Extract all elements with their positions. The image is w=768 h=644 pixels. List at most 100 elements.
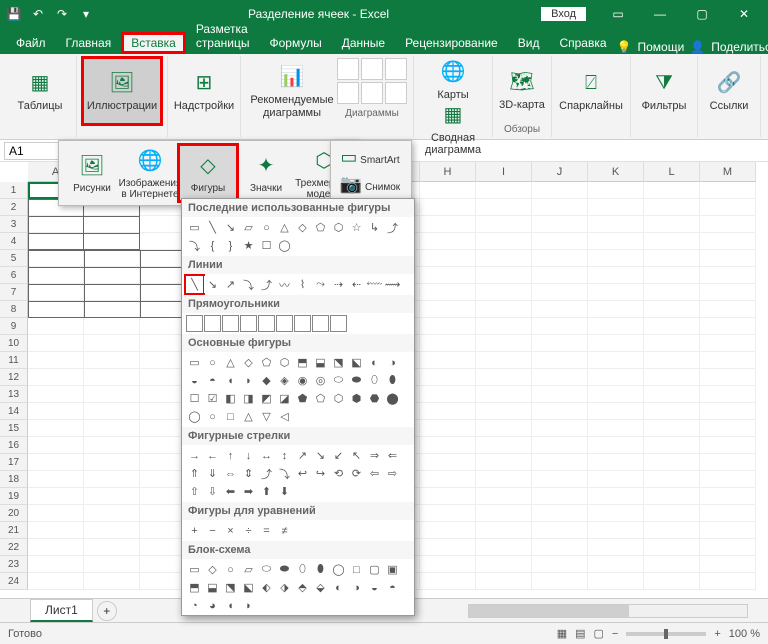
cell[interactable]: [588, 216, 644, 233]
row-header[interactable]: 21: [0, 522, 28, 539]
shape-item[interactable]: ⇦: [366, 465, 383, 482]
shape-item[interactable]: ⬢: [348, 390, 365, 407]
qat-dropdown-icon[interactable]: ▾: [76, 4, 96, 24]
shape-item[interactable]: ⬒: [186, 579, 203, 596]
shape-item[interactable]: ⤴: [258, 465, 275, 482]
cell[interactable]: [84, 369, 140, 386]
cell[interactable]: [84, 488, 140, 505]
cell[interactable]: [700, 301, 756, 318]
shape-item[interactable]: ◒: [186, 372, 203, 389]
row-header[interactable]: 16: [0, 437, 28, 454]
col-header[interactable]: J: [532, 162, 588, 182]
maps-button[interactable]: 🌐 Карты: [430, 58, 476, 101]
shape-item[interactable]: ⬯: [294, 561, 311, 578]
cell[interactable]: [420, 522, 476, 539]
shape-item[interactable]: ⇓: [204, 465, 221, 482]
tab-home[interactable]: Главная: [56, 32, 122, 54]
view-page-icon[interactable]: ▤: [575, 627, 585, 640]
shape-item[interactable]: ⟿: [384, 276, 401, 293]
shape-item[interactable]: ▭: [186, 561, 203, 578]
cell[interactable]: [700, 403, 756, 420]
sparklines-button[interactable]: ⍁ Спарклайны: [558, 58, 624, 124]
cell[interactable]: [84, 556, 140, 573]
shape-item[interactable]: ◐: [366, 354, 383, 371]
shape-item[interactable]: ⬔: [222, 579, 239, 596]
shape-item[interactable]: ↑: [222, 447, 239, 464]
cell[interactable]: [588, 301, 644, 318]
minimize-icon[interactable]: —: [640, 2, 680, 26]
cell[interactable]: [644, 318, 700, 335]
shape-item[interactable]: ⬯: [366, 372, 383, 389]
cell[interactable]: [588, 454, 644, 471]
tab-file[interactable]: Файл: [6, 32, 56, 54]
shape-item[interactable]: ↙: [330, 447, 347, 464]
view-break-icon[interactable]: ▢: [594, 627, 604, 640]
cell[interactable]: [700, 471, 756, 488]
cell[interactable]: [532, 454, 588, 471]
shape-item[interactable]: ⬡: [276, 354, 293, 371]
illustrations-button[interactable]: 🖼 Иллюстрации: [83, 58, 161, 124]
shape-item[interactable]: ○: [204, 408, 221, 425]
shape-item[interactable]: ⬓: [312, 354, 329, 371]
cell[interactable]: [588, 505, 644, 522]
shape-item[interactable]: ⬠: [312, 219, 329, 236]
cell[interactable]: [700, 267, 756, 284]
save-icon[interactable]: 💾: [4, 4, 24, 24]
shape-item[interactable]: ⬠: [312, 390, 329, 407]
cell[interactable]: [420, 556, 476, 573]
cell[interactable]: [700, 369, 756, 386]
shape-item[interactable]: ↗: [222, 276, 239, 293]
row-header[interactable]: 11: [0, 352, 28, 369]
shape-item[interactable]: [258, 315, 275, 332]
shape-item[interactable]: ◇: [294, 219, 311, 236]
shape-item[interactable]: ⤵: [186, 237, 203, 254]
shape-item[interactable]: ◕: [204, 597, 221, 614]
row-header[interactable]: 14: [0, 403, 28, 420]
cell[interactable]: [644, 199, 700, 216]
col-header[interactable]: K: [588, 162, 644, 182]
cell[interactable]: [588, 437, 644, 454]
cell[interactable]: [700, 386, 756, 403]
shape-item[interactable]: ◗: [240, 372, 257, 389]
row-header[interactable]: 6: [0, 267, 28, 284]
cell[interactable]: [84, 454, 140, 471]
sheet-tab-1[interactable]: Лист1: [30, 599, 93, 622]
shape-item[interactable]: ◁: [276, 408, 293, 425]
cell[interactable]: [588, 539, 644, 556]
cell[interactable]: [420, 471, 476, 488]
combo-chart-icon[interactable]: [385, 82, 407, 104]
cell[interactable]: [84, 420, 140, 437]
cell[interactable]: [532, 437, 588, 454]
cell[interactable]: [420, 216, 476, 233]
cell[interactable]: [28, 556, 84, 573]
cell[interactable]: [532, 216, 588, 233]
cell[interactable]: [644, 437, 700, 454]
cell[interactable]: [420, 335, 476, 352]
shape-item[interactable]: ⤳: [312, 276, 329, 293]
cell[interactable]: [588, 352, 644, 369]
shape-item[interactable]: ◇: [204, 561, 221, 578]
cell[interactable]: [28, 318, 84, 335]
cell[interactable]: [476, 403, 532, 420]
shape-item[interactable]: ⇔: [222, 465, 239, 482]
tab-insert[interactable]: Вставка: [121, 32, 186, 54]
cell[interactable]: [644, 522, 700, 539]
cell[interactable]: [420, 352, 476, 369]
cell[interactable]: [700, 199, 756, 216]
cell[interactable]: [700, 522, 756, 539]
cell[interactable]: [420, 454, 476, 471]
shape-item[interactable]: ⇢: [330, 276, 347, 293]
cell[interactable]: [532, 250, 588, 267]
cell[interactable]: [700, 539, 756, 556]
cell[interactable]: [588, 573, 644, 590]
cell[interactable]: [28, 335, 84, 352]
cell[interactable]: [84, 335, 140, 352]
shape-item[interactable]: ↓: [240, 447, 257, 464]
shape-item[interactable]: ⇠: [348, 276, 365, 293]
shape-item[interactable]: [294, 315, 311, 332]
cell[interactable]: [588, 233, 644, 250]
cell[interactable]: [700, 556, 756, 573]
row-header[interactable]: 15: [0, 420, 28, 437]
cell[interactable]: [420, 369, 476, 386]
shape-item[interactable]: ◆: [258, 372, 275, 389]
